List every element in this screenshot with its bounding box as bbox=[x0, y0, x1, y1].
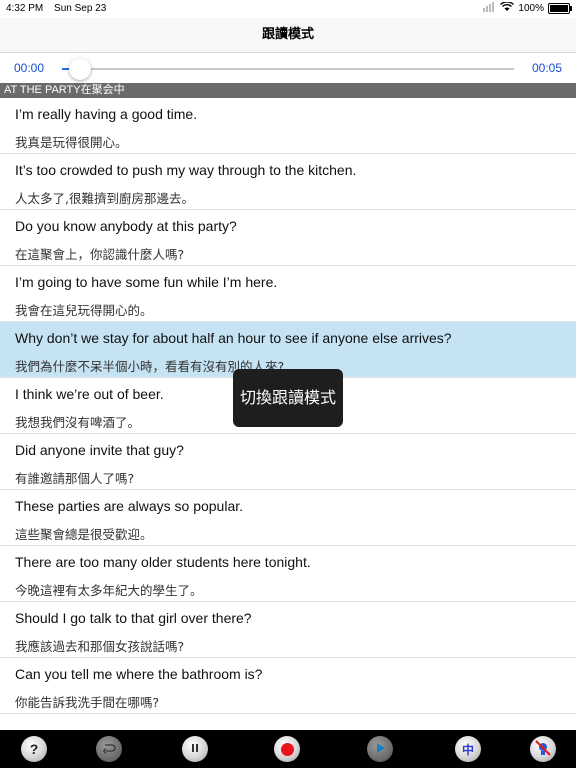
sentence-chinese: 我想我們沒有啤酒了。 bbox=[15, 415, 141, 430]
slider-thumb[interactable] bbox=[69, 58, 92, 80]
sentence-row[interactable]: Can you tell me where the bathroom is? 你… bbox=[0, 658, 576, 714]
bottom-toolbar: ? 中 bbox=[0, 730, 576, 768]
sentence-chinese: 你能告訴我洗手間在哪嗎? bbox=[15, 695, 160, 710]
sentence-row[interactable]: Do you know anybody at this party? 在這聚會上… bbox=[0, 210, 576, 266]
sentence-english: Did anyone invite that guy? bbox=[15, 442, 184, 458]
battery-percent: 100% bbox=[518, 3, 544, 14]
sentence-chinese: 在這聚會上，你認識什麼人嗎? bbox=[15, 247, 185, 262]
sentence-row[interactable]: I’m really having a good time. 我真是玩得很開心。 bbox=[0, 98, 576, 154]
sentence-row[interactable]: I’m going to have some fun while I’m her… bbox=[0, 266, 576, 322]
sentence-english: I’m really having a good time. bbox=[15, 106, 198, 122]
sentence-english: Do you know anybody at this party? bbox=[15, 218, 237, 234]
total-time: 00:05 bbox=[531, 61, 562, 75]
sentence-row[interactable]: These parties are always so popular. 這些聚… bbox=[0, 490, 576, 546]
status-date: Sun Sep 23 bbox=[54, 3, 107, 14]
signal-icon bbox=[482, 2, 496, 15]
progress-slider[interactable] bbox=[62, 58, 514, 80]
toast-text: 切換跟讀模式 bbox=[239, 388, 336, 407]
chinese-toggle-label: 中 bbox=[461, 742, 474, 757]
follow-mode-button[interactable] bbox=[530, 736, 556, 762]
current-time: 00:00 bbox=[14, 61, 45, 75]
sentence-english: Should I go talk to that girl over there… bbox=[15, 610, 252, 626]
sentence-row[interactable]: Did anyone invite that guy? 有誰邀請那個人了嗎? bbox=[0, 434, 576, 490]
wifi-icon bbox=[500, 1, 515, 15]
loop-icon bbox=[102, 742, 116, 757]
sentence-english: These parties are always so popular. bbox=[15, 498, 244, 514]
play-recording-button[interactable] bbox=[367, 736, 393, 762]
sentence-row[interactable]: It’s too crowded to push my way through … bbox=[0, 154, 576, 210]
page-title: 跟讀模式 bbox=[261, 26, 314, 41]
sentence-english: Why don’t we stay for about half an hour… bbox=[15, 330, 452, 346]
mode-toast: 切換跟讀模式 bbox=[233, 369, 343, 427]
sentence-chinese: 這些聚會總是很受歡迎。 bbox=[15, 527, 153, 542]
chinese-toggle-button[interactable]: 中 bbox=[455, 736, 481, 762]
nav-bar: 跟讀模式 bbox=[0, 18, 576, 53]
help-button[interactable]: ? bbox=[21, 736, 47, 762]
sentence-chinese: 人太多了,很難擠到廚房那邊去。 bbox=[15, 191, 194, 206]
loop-button[interactable] bbox=[96, 736, 122, 762]
sentence-row[interactable]: There are too many older students here t… bbox=[0, 546, 576, 602]
sentence-chinese: 有誰邀請那個人了嗎? bbox=[15, 471, 135, 486]
sentence-chinese: 今晚這裡有太多年紀大的學生了。 bbox=[15, 583, 203, 598]
sentence-chinese: 我應該過去和那個女孩說話嗎? bbox=[15, 639, 185, 654]
record-button[interactable] bbox=[274, 736, 300, 762]
play-icon bbox=[374, 742, 386, 757]
sentence-english: There are too many older students here t… bbox=[15, 554, 311, 570]
sentence-chinese: 我真是玩得很開心。 bbox=[15, 135, 128, 150]
pause-icon bbox=[190, 742, 200, 756]
sentence-row[interactable]: Should I go talk to that girl over there… bbox=[0, 602, 576, 658]
status-time: 4:32 PM bbox=[6, 3, 44, 14]
section-header: AT THE PARTY在聚会中 bbox=[0, 83, 576, 98]
record-icon bbox=[280, 742, 294, 756]
sentence-english: I think we’re out of beer. bbox=[15, 386, 164, 402]
help-icon: ? bbox=[29, 741, 39, 757]
follow-mode-icon bbox=[534, 739, 552, 760]
battery-icon bbox=[548, 3, 572, 14]
status-bar: 4:32 PM Sun Sep 23 100% bbox=[0, 0, 576, 18]
section-title: AT THE PARTY在聚会中 bbox=[4, 84, 125, 96]
sentence-chinese: 我會在這兒玩得開心的。 bbox=[15, 303, 153, 318]
sentence-english: It’s too crowded to push my way through … bbox=[15, 162, 357, 178]
audio-player: 00:00 00:05 bbox=[0, 53, 576, 83]
sentence-english: I’m going to have some fun while I’m her… bbox=[15, 274, 278, 290]
sentence-english: Can you tell me where the bathroom is? bbox=[15, 666, 263, 682]
pause-button[interactable] bbox=[182, 736, 208, 762]
